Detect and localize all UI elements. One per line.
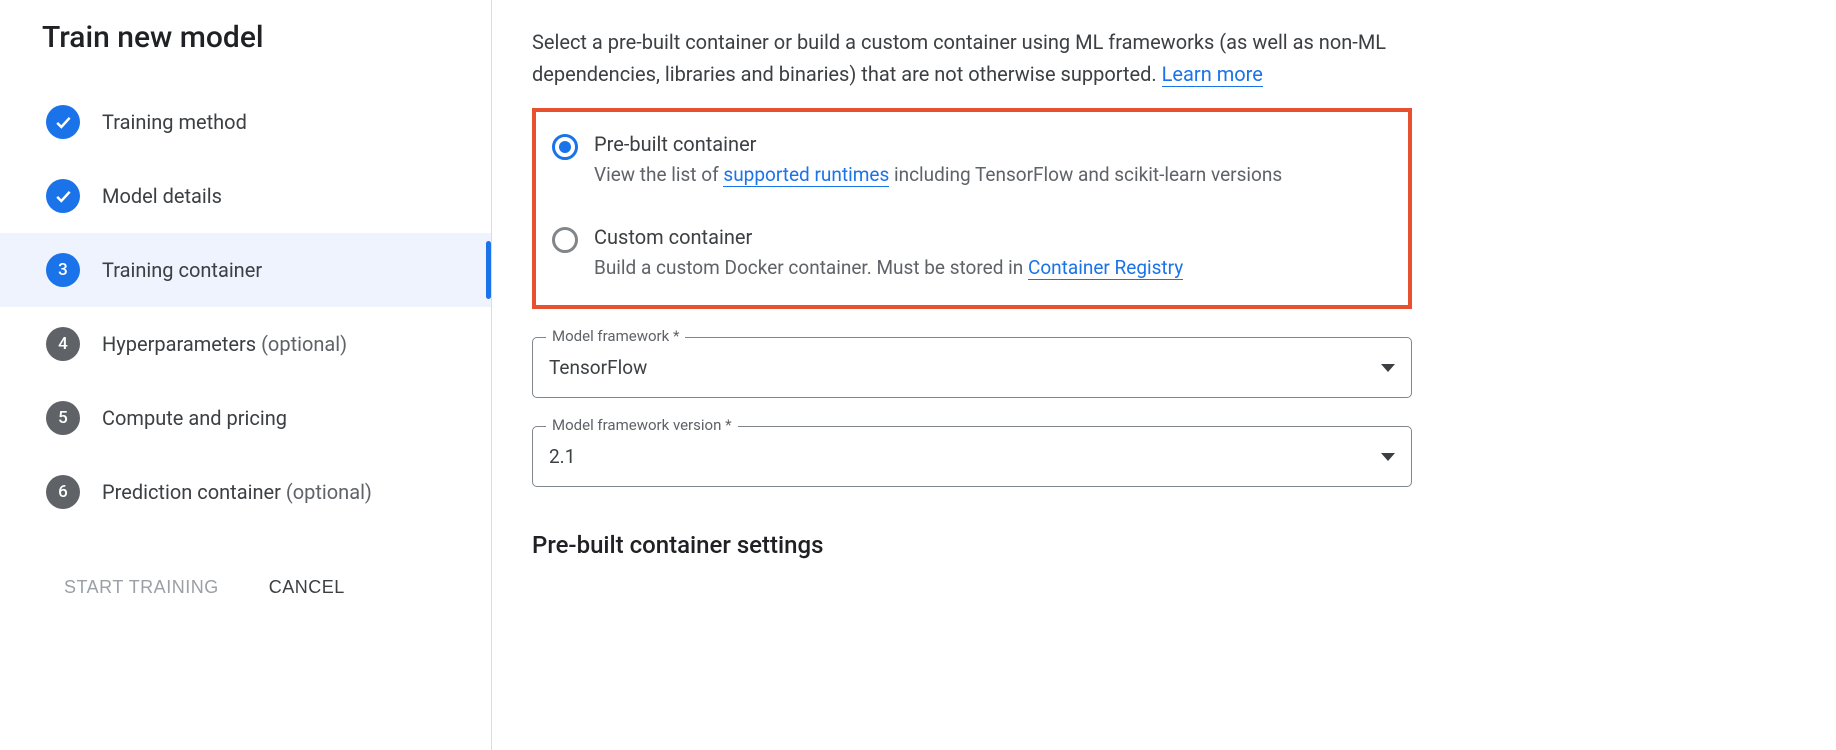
learn-more-link[interactable]: Learn more: [1162, 62, 1263, 87]
radio-custom-container[interactable]: Custom container Build a custom Docker c…: [552, 225, 1392, 282]
radio-unselected-icon: [552, 227, 578, 253]
cancel-button[interactable]: CANCEL: [269, 569, 345, 606]
chevron-down-icon: [1381, 364, 1395, 372]
step-number-icon: 4: [46, 327, 80, 361]
supported-runtimes-link[interactable]: supported runtimes: [723, 163, 889, 187]
description-text: Select a pre-built container or build a …: [532, 26, 1412, 90]
select-value: 2.1: [549, 445, 575, 468]
step-number-icon: 5: [46, 401, 80, 435]
radio-group: Pre-built container View the list of sup…: [552, 132, 1392, 281]
check-icon: [46, 105, 80, 139]
sidebar: Train new model Training method Model de…: [0, 0, 492, 750]
model-framework-select[interactable]: TensorFlow: [532, 337, 1412, 398]
model-framework-field: Model framework * TensorFlow: [532, 337, 1412, 398]
step-label: Training method: [102, 110, 247, 134]
step-training-method[interactable]: Training method: [42, 85, 491, 159]
step-label: Compute and pricing: [102, 406, 287, 430]
start-training-button[interactable]: START TRAINING: [64, 569, 219, 606]
radio-content: Pre-built container View the list of sup…: [594, 132, 1392, 189]
step-prediction-container[interactable]: 6 Prediction container (optional): [42, 455, 491, 529]
step-number-icon: 3: [46, 253, 80, 287]
radio-prebuilt-container[interactable]: Pre-built container View the list of sup…: [552, 132, 1392, 189]
steps-list: Training method Model details 3 Training…: [42, 85, 491, 529]
sidebar-actions: START TRAINING CANCEL: [42, 529, 491, 606]
main-content: Select a pre-built container or build a …: [492, 0, 1836, 750]
step-model-details[interactable]: Model details: [42, 159, 491, 233]
chevron-down-icon: [1381, 453, 1395, 461]
page-title: Train new model: [42, 20, 491, 55]
check-icon: [46, 179, 80, 213]
radio-label: Pre-built container: [594, 132, 1392, 156]
container-type-box: Pre-built container View the list of sup…: [532, 108, 1412, 309]
model-framework-version-select[interactable]: 2.1: [532, 426, 1412, 487]
step-training-container[interactable]: 3 Training container: [0, 233, 491, 307]
step-compute-pricing[interactable]: 5 Compute and pricing: [42, 381, 491, 455]
model-framework-version-field: Model framework version * 2.1: [532, 426, 1412, 487]
field-label: Model framework version *: [546, 416, 738, 434]
step-label: Model details: [102, 184, 222, 208]
radio-content: Custom container Build a custom Docker c…: [594, 225, 1392, 282]
step-label: Training container: [102, 258, 262, 282]
radio-label: Custom container: [594, 225, 1392, 249]
step-hyperparameters[interactable]: 4 Hyperparameters (optional): [42, 307, 491, 381]
radio-selected-icon: [552, 134, 578, 160]
section-heading: Pre-built container settings: [532, 531, 1796, 559]
select-value: TensorFlow: [549, 356, 647, 379]
step-label: Hyperparameters (optional): [102, 332, 347, 356]
step-label: Prediction container (optional): [102, 480, 372, 504]
field-label: Model framework *: [546, 327, 685, 345]
container-registry-link[interactable]: Container Registry: [1028, 256, 1183, 280]
radio-description: View the list of supported runtimes incl…: [594, 162, 1392, 189]
step-number-icon: 6: [46, 475, 80, 509]
radio-description: Build a custom Docker container. Must be…: [594, 255, 1392, 282]
